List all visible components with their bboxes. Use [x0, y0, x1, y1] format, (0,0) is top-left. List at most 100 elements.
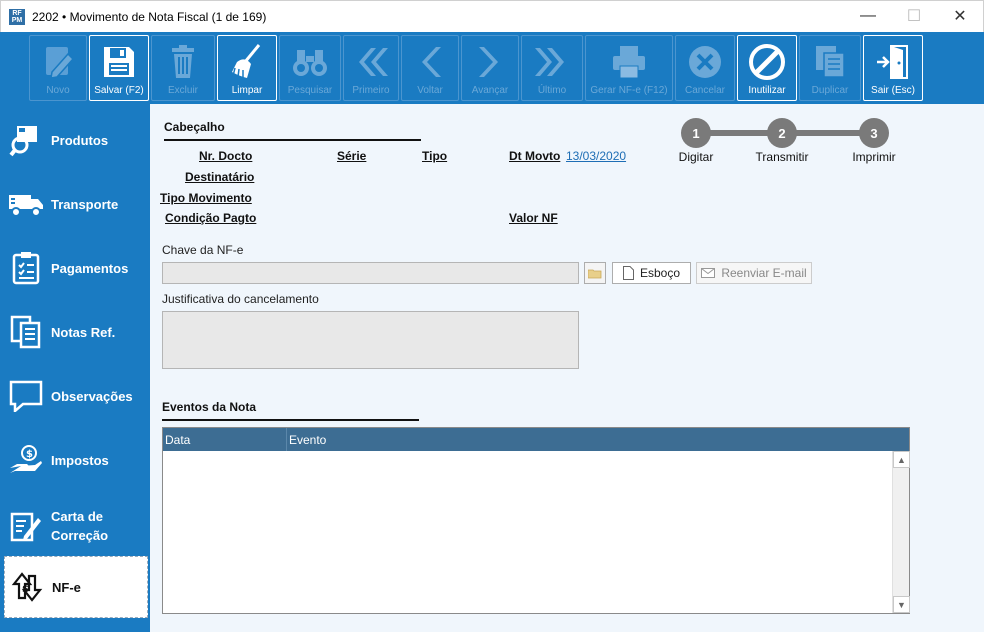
svg-text:$: $	[22, 584, 29, 595]
close-window-button[interactable]: ✕	[937, 1, 983, 31]
trash-icon	[172, 45, 194, 78]
cancel-button[interactable]: Cancelar	[675, 35, 735, 101]
first-record-button[interactable]: Primeiro	[343, 35, 399, 101]
truck-icon	[8, 186, 44, 222]
title-bar: RF PM 2202 • Movimento de Nota Fiscal (1 …	[0, 0, 984, 32]
toolbar: Novo Salvar (F2) Excluir Limpar Pesquisa…	[0, 32, 984, 104]
sidebar-item-label: Produtos	[51, 132, 109, 148]
sidebar-item-produtos[interactable]: Produtos	[0, 110, 150, 170]
next-icon	[479, 47, 498, 77]
sidebar-item-transporte[interactable]: Transporte	[0, 174, 150, 234]
justificativa-label: Justificativa do cancelamento	[162, 292, 319, 306]
save-button[interactable]: Salvar (F2)	[89, 35, 149, 101]
edit-icon	[46, 47, 75, 79]
dt-movto-label: Dt Movto	[509, 149, 561, 163]
last-record-button[interactable]: Último	[521, 35, 583, 101]
step-1-circle: 1	[681, 118, 711, 148]
sidebar-item-label: NF-e	[52, 579, 81, 595]
header-divider	[164, 139, 421, 141]
eventos-grid[interactable]: Data Evento ▲ ▼	[162, 427, 910, 614]
open-folder-button[interactable]	[584, 262, 606, 284]
sidebar-item-notas-ref[interactable]: Notas Ref.	[0, 302, 150, 362]
step-2-circle: 2	[767, 118, 797, 148]
folder-icon	[588, 269, 602, 278]
svg-text:$: $	[26, 449, 33, 460]
esboco-label: Esboço	[639, 266, 681, 280]
reenviar-email-label: Reenviar E-mail	[721, 266, 807, 280]
products-search-icon	[8, 122, 44, 158]
sidebar-item-label: Transporte	[51, 196, 119, 212]
sidebar-item-pagamentos[interactable]: Pagamentos	[0, 238, 150, 298]
sidebar-item-label: Notas Ref.	[51, 324, 116, 340]
inutilizar-button[interactable]: Inutilizar	[737, 35, 797, 101]
step-3-circle: 3	[859, 118, 889, 148]
header-section-title: Cabeçalho	[164, 120, 225, 134]
grid-header: Data Evento	[163, 428, 909, 451]
window-controls: — ☐ ✕	[845, 1, 983, 31]
scroll-up-icon[interactable]: ▲	[893, 451, 910, 468]
generate-nfe-button[interactable]: Gerar NF-e (F12)	[585, 35, 673, 101]
destinatario-label: Destinatário	[185, 170, 255, 184]
save-icon	[104, 47, 134, 77]
dt-movto-value[interactable]: 13/03/2020	[566, 149, 626, 163]
window-title: 2202 • Movimento de Nota Fiscal (1 de 16…	[32, 9, 267, 24]
cancel-icon	[689, 46, 721, 78]
chave-nfe-label: Chave da NF-e	[162, 243, 244, 257]
eventos-section-title: Eventos da Nota	[162, 400, 257, 414]
edit-document-icon	[8, 508, 44, 544]
column-header-data[interactable]: Data	[163, 428, 287, 451]
serie-label: Série	[337, 149, 367, 163]
chave-nfe-field[interactable]	[162, 262, 579, 284]
step-1-label: Digitar	[678, 150, 714, 164]
clear-button[interactable]: Limpar	[217, 35, 277, 101]
hand-coin-icon: $	[8, 442, 44, 478]
valor-nf-label: Valor NF	[509, 211, 558, 225]
tipo-movimento-label: Tipo Movimento	[160, 191, 252, 205]
sidebar-item-label: Pagamentos	[51, 260, 129, 276]
sidebar-item-label: Observações	[51, 388, 133, 404]
email-icon	[701, 268, 716, 278]
sidebar-item-label: Impostos	[51, 452, 109, 468]
sidebar-item-nfe[interactable]: $ NF-e	[4, 556, 148, 618]
sidebar-item-impostos[interactable]: $ Impostos	[0, 430, 150, 490]
previous-record-button[interactable]: Voltar	[401, 35, 459, 101]
maximize-button[interactable]: ☐	[891, 1, 937, 31]
prohibit-icon	[749, 44, 785, 80]
sidebar-item-label: Carta de Correção	[51, 509, 109, 543]
sidebar: Produtos Transporte Pagamentos Notas Ref…	[0, 104, 150, 632]
search-button[interactable]: Pesquisar	[279, 35, 341, 101]
minimize-button[interactable]: —	[845, 1, 891, 31]
next-record-button[interactable]: Avançar	[461, 35, 519, 101]
step-2-label: Transmitir	[755, 150, 809, 164]
printer-icon	[613, 46, 645, 79]
novo-button[interactable]: Novo	[29, 35, 87, 101]
delete-button[interactable]: Excluir	[151, 35, 215, 101]
scroll-down-icon[interactable]: ▼	[893, 596, 910, 613]
column-header-evento[interactable]: Evento	[287, 428, 326, 451]
eventos-divider	[162, 419, 419, 421]
duplicate-button[interactable]: Duplicar	[799, 35, 861, 101]
exit-door-icon	[877, 45, 908, 79]
binoculars-icon	[293, 50, 327, 76]
document-icon	[622, 266, 634, 280]
duplicate-icon	[816, 46, 845, 78]
app-logo-icon: RF PM	[9, 8, 25, 25]
grid-scrollbar[interactable]: ▲ ▼	[892, 451, 910, 613]
reenviar-email-button[interactable]: Reenviar E-mail	[696, 262, 812, 284]
nfe-transfer-icon: $	[9, 569, 45, 605]
main-panel: Cabeçalho Nr. Docto Série Tipo Dt Movto …	[150, 104, 984, 632]
clipboard-icon	[8, 250, 44, 286]
exit-button[interactable]: Sair (Esc)	[863, 35, 923, 101]
justificativa-field[interactable]	[162, 311, 579, 369]
prev-icon	[422, 47, 441, 77]
broom-icon	[232, 44, 261, 78]
step-3-label: Imprimir	[852, 150, 896, 164]
sidebar-item-observacoes[interactable]: Observações	[0, 366, 150, 426]
nr-docto-label: Nr. Docto	[199, 149, 253, 163]
sidebar-item-carta-correcao[interactable]: Carta de Correção	[0, 494, 150, 558]
documents-icon	[8, 314, 44, 350]
speech-bubble-icon	[8, 378, 44, 414]
condicao-pagto-label: Condição Pagto	[165, 211, 257, 225]
esboco-button[interactable]: Esboço	[612, 262, 691, 284]
tipo-label: Tipo	[422, 149, 448, 163]
